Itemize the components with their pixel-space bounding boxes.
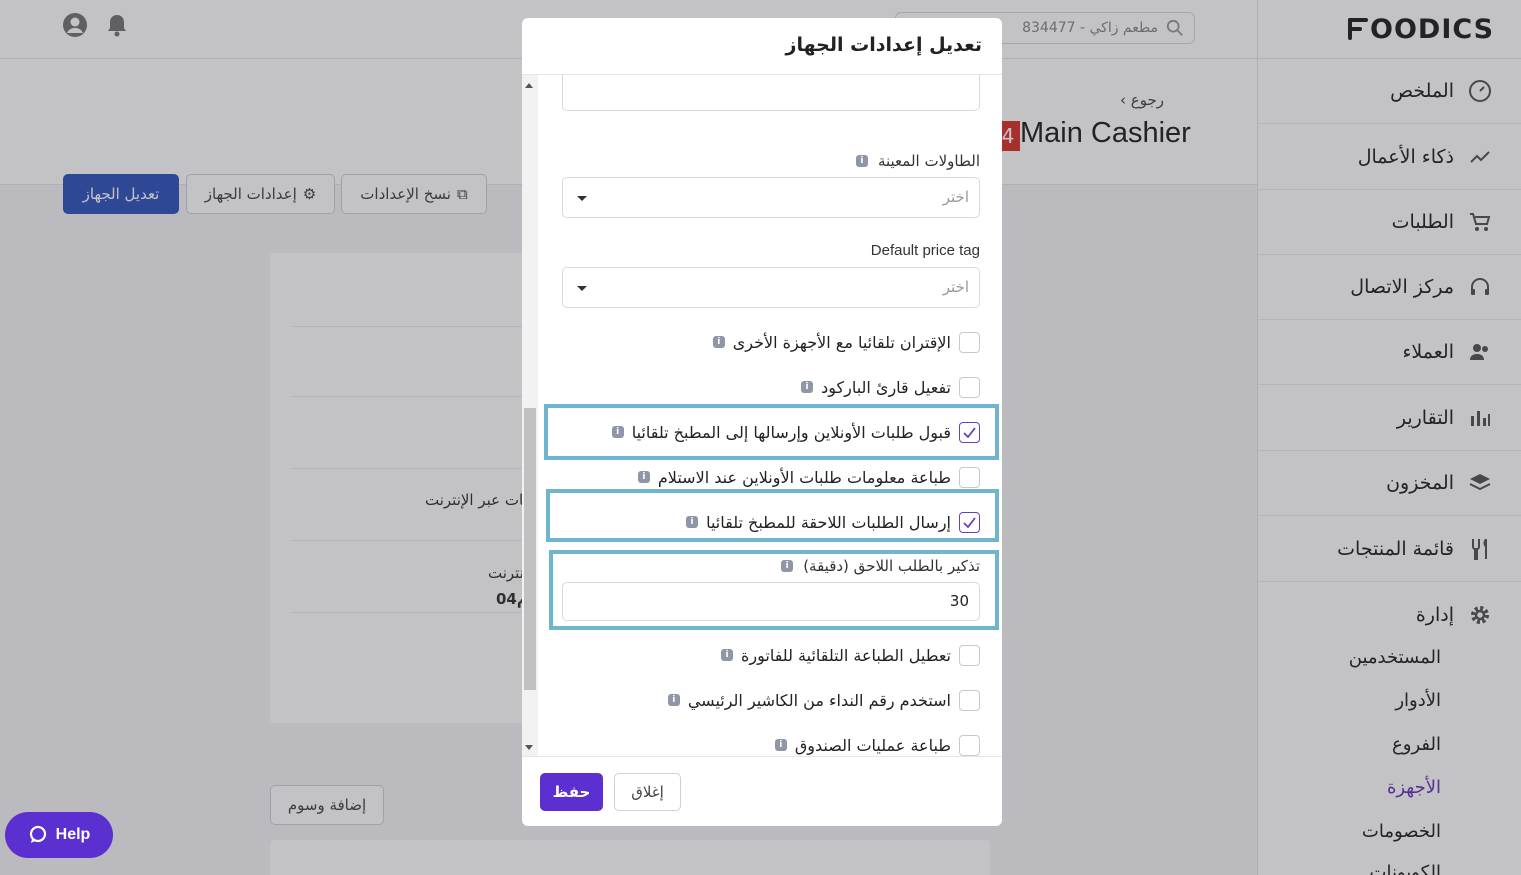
option-label: طباعة معلومات طلبات الأونلاين عند الاستل…	[657, 467, 951, 487]
option-label: الإقتران تلقائيا مع الأجهزة الأخرى	[732, 332, 951, 352]
info-icon[interactable]: i	[686, 516, 699, 528]
info-icon[interactable]: i	[801, 381, 814, 393]
info-icon[interactable]: i	[720, 649, 733, 661]
edit-device-settings-modal: تعديل إعدادات الجهاز i الطاولات المعينة …	[522, 18, 1002, 826]
disable-auto-print-option[interactable]: i تعطيل الطباعة التلقائية للفاتورة	[720, 644, 980, 666]
modal-header: تعديل إعدادات الجهاز	[522, 18, 1002, 75]
price-tag-placeholder: اختر	[942, 278, 969, 296]
price-tag-label-row: Default price tag	[871, 242, 980, 259]
help-label: Help	[55, 826, 91, 843]
tables-label: الطاولات المعينة	[877, 152, 980, 170]
barcode-reader-checkbox[interactable]	[959, 376, 980, 398]
previous-field-input[interactable]	[562, 75, 980, 111]
price-tag-select[interactable]: اختر	[562, 267, 980, 308]
info-icon[interactable]: i	[667, 694, 680, 706]
accept-online-orders-checkbox[interactable]	[959, 421, 980, 443]
reminder-minutes-input[interactable]: 30	[562, 582, 980, 621]
accept-online-orders-option[interactable]: i قبول طلبات الأونلاين وإرسالها إلى المط…	[611, 421, 980, 443]
option-label: قبول طلبات الأونلاين وإرسالها إلى المطبخ…	[631, 422, 951, 442]
scroll-down-arrow-icon[interactable]	[525, 745, 533, 750]
auto-pair-option[interactable]: i الإقتران تلقائيا مع الأجهزة الأخرى	[712, 331, 980, 353]
print-till-operations-option[interactable]: i طباعة عمليات الصندوق	[774, 734, 980, 756]
price-tag-label: Default price tag	[870, 242, 980, 259]
checkmark-icon	[963, 426, 976, 438]
option-label: تفعيل قارئ الباركود	[821, 377, 951, 397]
tables-select[interactable]: اختر	[562, 177, 980, 218]
auto-pair-checkbox[interactable]	[959, 331, 980, 353]
modal-title: تعديل إعدادات الجهاز	[785, 34, 982, 56]
disable-auto-print-checkbox[interactable]	[959, 644, 980, 666]
modal-body[interactable]: i الطاولات المعينة اختر Default price ta…	[522, 75, 1002, 756]
print-online-order-info-option[interactable]: i طباعة معلومات طلبات الأونلاين عند الاس…	[637, 466, 980, 488]
option-label: تعطيل الطباعة التلقائية للفاتورة	[740, 645, 951, 665]
tables-placeholder: اختر	[942, 188, 969, 206]
info-icon[interactable]: i	[611, 426, 624, 438]
info-icon[interactable]: i	[774, 739, 787, 751]
help-button[interactable]: Help	[5, 812, 113, 858]
reminder-label: تذكير بالطلب اللاحق (دقيقة)	[803, 557, 980, 575]
use-main-cashier-call-number-checkbox[interactable]	[959, 689, 980, 711]
caret-down-icon	[577, 286, 587, 291]
save-button[interactable]: حفظ	[540, 773, 603, 811]
print-till-operations-checkbox[interactable]	[959, 734, 980, 756]
info-icon[interactable]: i	[781, 560, 794, 572]
print-online-order-info-checkbox[interactable]	[959, 466, 980, 488]
modal-footer: حفظ إغلاق	[522, 756, 1002, 826]
tables-label-row: i الطاولات المعينة	[855, 152, 980, 170]
info-icon[interactable]: i	[855, 155, 868, 167]
info-icon[interactable]: i	[637, 471, 650, 483]
send-later-orders-checkbox[interactable]	[959, 511, 980, 533]
chat-bubble-icon	[29, 825, 46, 843]
send-later-orders-option[interactable]: i إرسال الطلبات اللاحقة للمطبخ تلقائيا	[686, 511, 980, 533]
barcode-reader-option[interactable]: i تفعيل قارئ الباركود	[801, 376, 980, 398]
option-label: طباعة عمليات الصندوق	[794, 735, 951, 755]
scroll-thumb[interactable]	[524, 408, 536, 690]
checkmark-icon	[963, 516, 976, 528]
reminder-value: 30	[949, 592, 969, 610]
close-button[interactable]: إغلاق	[614, 773, 681, 811]
caret-down-icon	[577, 196, 587, 201]
use-main-cashier-call-number-option[interactable]: i استخدم رقم النداء من الكاشير الرئيسي	[667, 689, 980, 711]
modal-scrollbar[interactable]	[522, 75, 538, 756]
scroll-up-arrow-icon[interactable]	[525, 83, 533, 88]
option-label: إرسال الطلبات اللاحقة للمطبخ تلقائيا	[706, 512, 951, 532]
option-label: استخدم رقم النداء من الكاشير الرئيسي	[687, 690, 951, 710]
reminder-label-row: i تذكير بالطلب اللاحق (دقيقة)	[781, 557, 980, 575]
info-icon[interactable]: i	[712, 336, 725, 348]
